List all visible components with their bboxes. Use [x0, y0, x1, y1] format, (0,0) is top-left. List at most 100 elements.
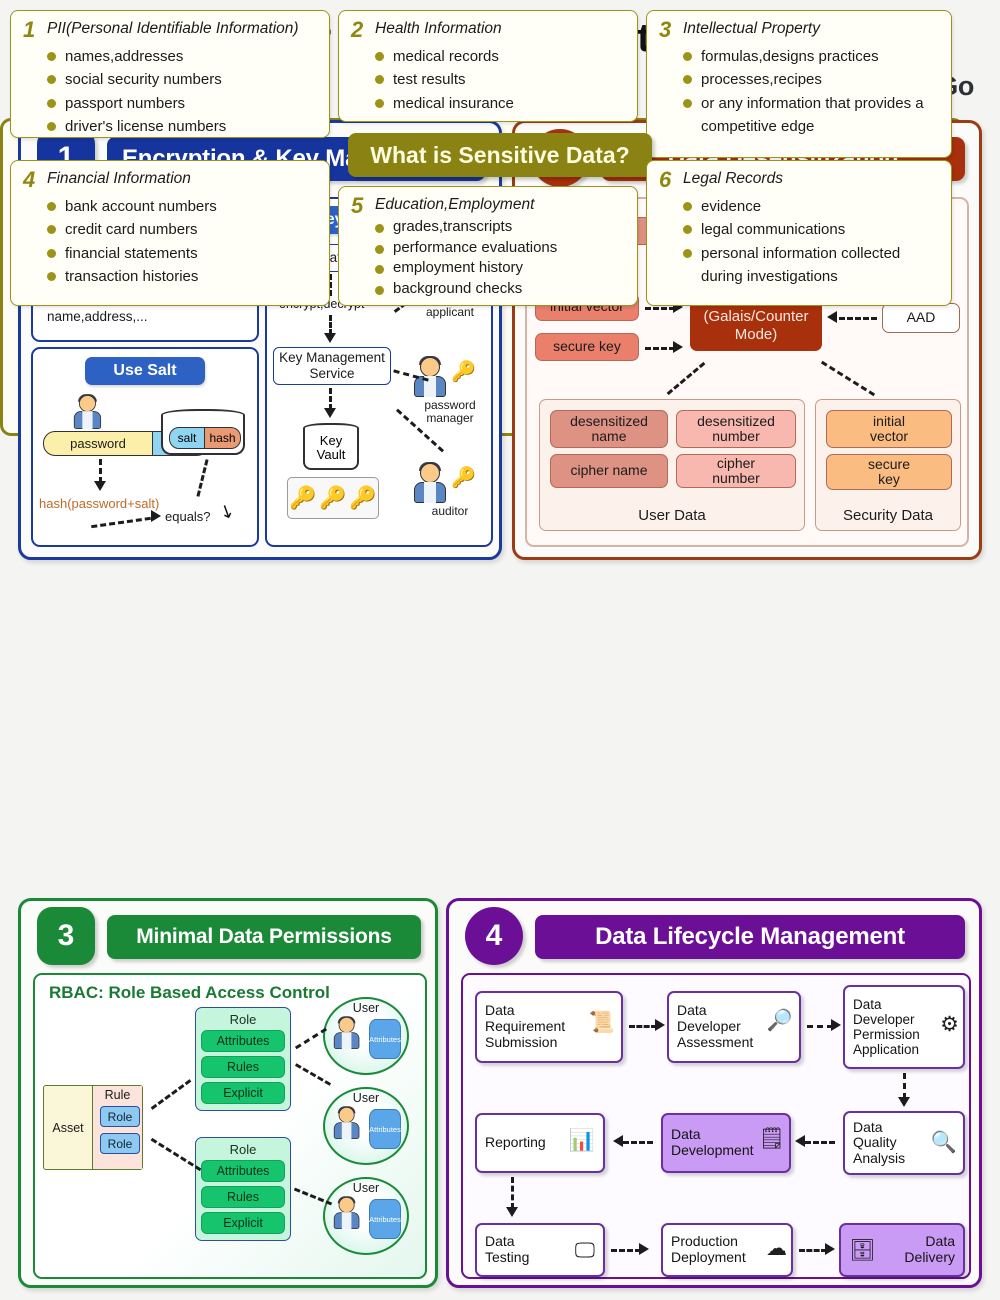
section3-header: 3 Minimal Data Permissions — [21, 901, 435, 973]
list-item: credit card numbers — [45, 218, 321, 241]
arrow-head — [825, 1243, 835, 1255]
output-initial-vector: initial vector — [826, 410, 952, 448]
role-card-1-explicit: Explicit — [201, 1082, 285, 1104]
key-green-icon: 🔑 — [349, 485, 377, 510]
node-data-quality-analysis[interactable]: Data Quality Analysis 🔍 — [843, 1111, 965, 1175]
list-item: passport numbers — [45, 92, 321, 115]
card-pii-number: 1 — [23, 17, 36, 42]
auditor-icon — [413, 462, 447, 503]
rule-label: Rule — [104, 1088, 131, 1102]
node-data-requirement-submission[interactable]: Data Requirement Submission 📜 — [475, 991, 623, 1063]
card-education-number: 5 — [351, 193, 364, 218]
card-health-title: Health Information — [375, 20, 502, 37]
database-exchange-icon: 🗄 — [849, 1239, 876, 1262]
list-item: social security numbers — [45, 68, 321, 91]
card-financial: 4 Financial Information bank account num… — [10, 160, 330, 306]
user-circle-1: User Attributes — [323, 997, 409, 1075]
salt-user-icon — [73, 394, 102, 429]
equals-arrow-head — [151, 510, 161, 522]
input-aad: AAD — [882, 303, 960, 333]
node-data-developer-assessment[interactable]: Data Developer Assessment 🔎 — [667, 991, 801, 1063]
section4-number: 4 — [465, 907, 523, 965]
section4-title: Data Lifecycle Management — [535, 915, 965, 959]
role-card-2-explicit: Explicit — [201, 1212, 285, 1234]
code-document-icon: 🗒 — [758, 1127, 785, 1150]
role-card-2-title: Role — [229, 1142, 257, 1157]
user-circle-2: User Attributes — [323, 1087, 409, 1165]
arrow-head — [831, 1019, 841, 1031]
arrow-head — [898, 1097, 910, 1107]
list-item: test results — [373, 68, 629, 91]
list-item: medical records — [373, 45, 629, 68]
key-blue-icon: 🔑 — [319, 485, 347, 510]
arrow-sk-head — [673, 341, 683, 353]
card-financial-number: 4 — [23, 167, 36, 192]
card-financial-title: Financial Information — [47, 170, 191, 187]
card-health-number: 2 — [351, 17, 364, 42]
card-ip: 3 Intellectual Property formulas,designs… — [646, 10, 952, 158]
key-green-icon: 🔑 — [451, 467, 476, 489]
asset-box: Asset Rule Role Role — [43, 1085, 143, 1170]
arrow-req-to-assess — [629, 1025, 657, 1028]
lifecycle-diagram: Data Requirement Submission 📜 Data Devel… — [461, 973, 971, 1279]
assessment-icon: 🔎 — [766, 1009, 793, 1032]
role-card-1-attributes: Attributes — [201, 1030, 285, 1052]
equals-label: equals? — [165, 509, 211, 524]
use-salt-panel: Use Salt password salt hash(password+sal… — [31, 347, 259, 547]
output-desensitized-number: desensitized number — [676, 410, 796, 448]
section-data-lifecycle-management: 4 Data Lifecycle Management Data Require… — [446, 898, 982, 1288]
rule-section: Rule Role Role — [92, 1086, 142, 1169]
equals-arrow-icon: ↘ — [215, 498, 238, 524]
card-legal: 6 Legal Records evidence legal communica… — [646, 160, 952, 306]
card-education: 5 Education,Employment grades,transcript… — [338, 186, 638, 306]
user-label: User — [352, 1001, 380, 1015]
list-item: evidence — [681, 195, 943, 218]
km-arrow-2 — [329, 315, 332, 335]
list-item: employment history — [373, 258, 629, 279]
node-label: Production Deployment — [671, 1233, 746, 1265]
card-pii-list: names,addresses social security numbers … — [45, 45, 321, 138]
attributes-db-icon: Attributes — [369, 1109, 401, 1149]
arrow-perm-to-quality — [903, 1073, 906, 1099]
node-data-testing[interactable]: Data Testing 🖵 — [475, 1223, 605, 1277]
output-secure-key: secure key — [826, 454, 952, 490]
node-label: Data Developer Permission Application — [853, 996, 920, 1058]
arrow-sk-to-gcm — [645, 347, 675, 350]
user-data-label: User Data — [638, 507, 706, 524]
output-desensitized-name: desensitized name — [550, 410, 668, 448]
list-item: formulas,designs practices — [681, 45, 943, 68]
list-item: or any information that provides a compe… — [681, 92, 943, 139]
node-label: Data Developer Assessment — [677, 1002, 754, 1050]
card-education-title: Education,Employment — [375, 196, 535, 213]
arrow-quality-to-dev — [805, 1141, 835, 1144]
arrow-assess-to-perm — [807, 1025, 833, 1028]
card-financial-list: bank account numbers credit card numbers… — [45, 195, 321, 288]
rbac-diagram: RBAC: Role Based Access Control Asset Ru… — [33, 973, 427, 1279]
arrow-gcm-to-securitydata — [820, 360, 876, 397]
list-item: names,addresses — [45, 45, 321, 68]
role-card-2-attributes: Attributes — [201, 1160, 285, 1182]
user-label: User — [352, 1181, 380, 1195]
node-reporting[interactable]: Reporting 📊 — [475, 1113, 605, 1173]
arrow-deploy-to-delivery — [799, 1249, 827, 1252]
list-item: background checks — [373, 279, 629, 300]
node-production-deployment[interactable]: Production Deployment ☁ — [661, 1223, 793, 1277]
card-pii: 1 PII(Personal Identifiable Information)… — [10, 10, 330, 138]
node-data-developer-permission-application[interactable]: Data Developer Permission Application ⚙ — [843, 985, 965, 1069]
list-item: medical insurance — [373, 92, 629, 115]
role-card-2-rules: Rules — [201, 1186, 285, 1208]
node-data-development[interactable]: Data Development 🗒 — [661, 1113, 791, 1173]
output-cipher-name: cipher name — [550, 454, 668, 488]
card-ip-number: 3 — [659, 17, 672, 42]
rbac-link-asset-role1 — [150, 1079, 192, 1110]
output-cipher-number: cipher number — [676, 454, 796, 488]
equals-link — [91, 516, 151, 529]
arrow-head — [613, 1135, 623, 1147]
section-minimal-data-permissions: 3 Minimal Data Permissions RBAC: Role Ba… — [18, 898, 438, 1288]
role-card-2: Role Attributes Rules Explicit — [195, 1137, 291, 1241]
vault-keys-group: 🔑 🔑 🔑 — [287, 477, 379, 519]
rbac-link-asset-role2 — [150, 1137, 202, 1172]
asset-role-chip-2: Role — [100, 1133, 140, 1154]
key-vault-box: Key Vault — [303, 428, 359, 470]
node-data-delivery[interactable]: 🗄 Data Delivery — [839, 1223, 965, 1277]
